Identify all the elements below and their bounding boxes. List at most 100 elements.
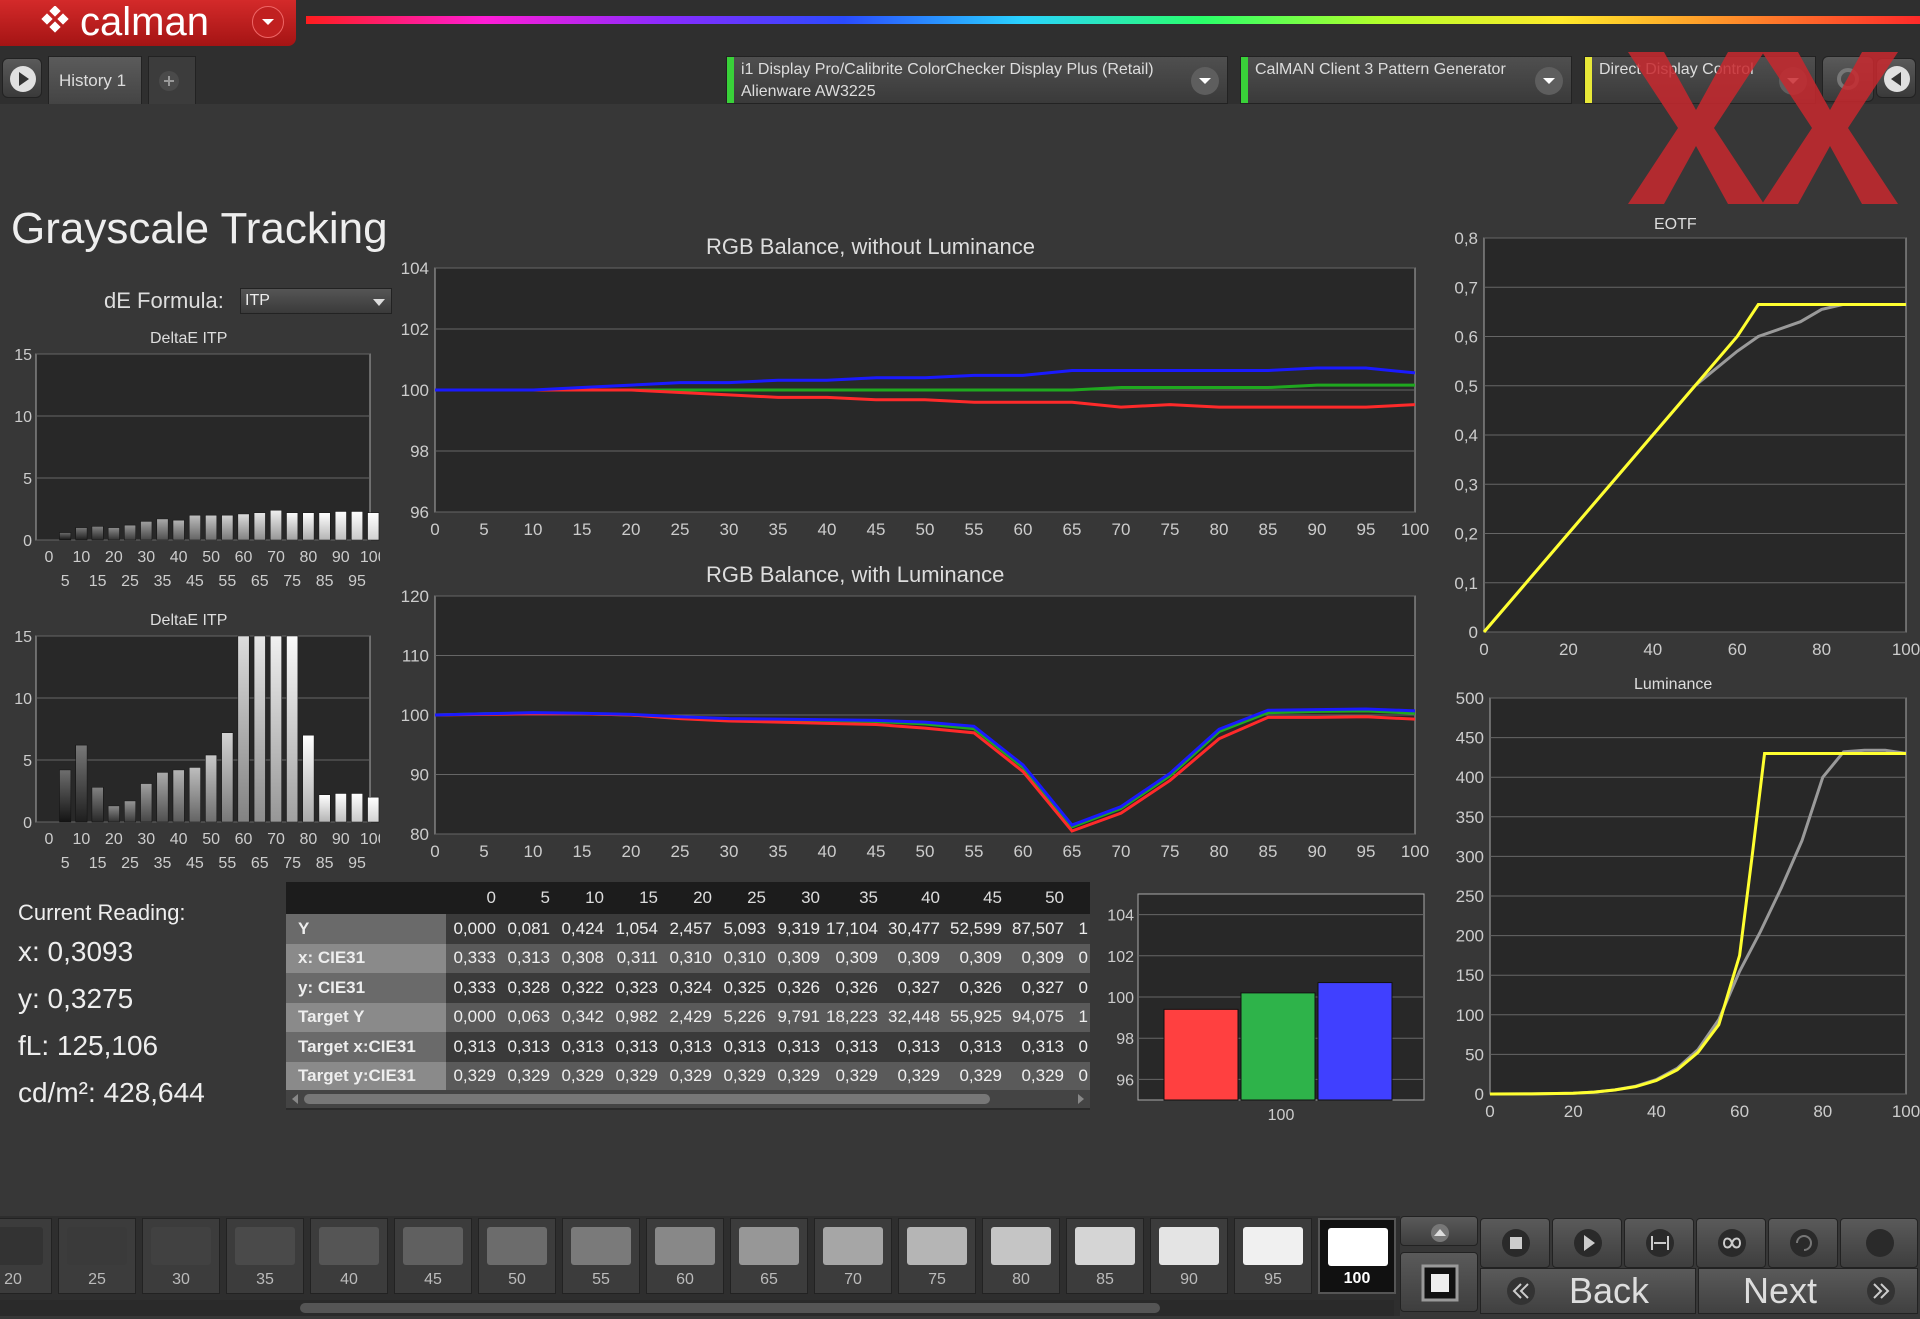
table-cell: 0 xyxy=(1066,943,1090,973)
x-tick-label: 0 xyxy=(1485,1102,1494,1121)
y-tick-label: 90 xyxy=(410,766,429,785)
scroll-right-icon[interactable] xyxy=(1072,1090,1090,1108)
options-button[interactable] xyxy=(1840,1218,1918,1268)
patch-swatch-25[interactable]: 25 xyxy=(58,1218,136,1294)
deltae-bar xyxy=(334,511,347,541)
patch-strip-scrollbar[interactable] xyxy=(0,1300,1394,1316)
column-header: 15 xyxy=(606,882,660,914)
patch-swatch-30[interactable]: 30 xyxy=(142,1218,220,1294)
deltae-bar xyxy=(188,767,201,823)
table-row[interactable]: x: CIE31 0,333 0,313 0,308 0,311 0,310 0,310 0,… xyxy=(286,943,1090,973)
green-bar xyxy=(1240,992,1316,1101)
logo-menu-button[interactable] xyxy=(252,6,284,38)
y-tick-label: 0 xyxy=(23,815,32,832)
y-tick-label: 0,5 xyxy=(1454,377,1478,396)
patch-swatch-55[interactable]: 55 xyxy=(562,1218,640,1294)
x-tick-label: 75 xyxy=(1161,842,1180,861)
x-tick-label: 5 xyxy=(479,520,488,539)
table-row[interactable]: Y 0,000 0,081 0,424 1,054 2,457 5,093 9,319 17,1… xyxy=(286,914,1090,944)
patch-label: 95 xyxy=(1264,1271,1282,1288)
generator-selector[interactable]: CalMAN Client 3 Pattern Generator xyxy=(1240,56,1572,104)
scroll-left-icon[interactable] xyxy=(286,1090,304,1108)
stop-button[interactable] xyxy=(1480,1218,1550,1268)
y-tick-label: 104 xyxy=(1107,908,1134,925)
scrollbar-thumb[interactable] xyxy=(300,1303,1160,1313)
patch-swatch-75[interactable]: 75 xyxy=(898,1218,976,1294)
next-button[interactable]: Next xyxy=(1698,1268,1918,1314)
table-cell: 0 xyxy=(1066,973,1090,1003)
deltae-bar xyxy=(107,805,120,823)
patch-swatch-20[interactable]: 20 xyxy=(0,1218,52,1294)
table-row[interactable]: y: CIE31 0,333 0,328 0,322 0,323 0,324 0,325 0,… xyxy=(286,973,1090,1003)
y-tick-label: 0 xyxy=(1469,623,1478,642)
patch-swatch-70[interactable]: 70 xyxy=(814,1218,892,1294)
patch-swatch-35[interactable]: 35 xyxy=(226,1218,304,1294)
table-cell: 2,429 xyxy=(660,1002,714,1032)
measurement-table[interactable]: 0 5 10 15 20 25 30 35 40 45 50 Y 0,000 0,081 0,424 1,0… xyxy=(286,882,1090,1110)
table-cell: 0,313 xyxy=(606,1032,660,1062)
y-tick-label: 96 xyxy=(1116,1072,1134,1089)
de-formula-select[interactable]: ITP xyxy=(240,288,392,314)
y-tick-label: 104 xyxy=(401,262,429,278)
deltae-bar xyxy=(270,509,282,541)
refresh-button[interactable] xyxy=(1768,1218,1838,1268)
y-tick-label: 102 xyxy=(1107,949,1134,966)
double-chevron-right-icon xyxy=(1867,1277,1895,1305)
patch-swatch-65[interactable]: 65 xyxy=(730,1218,808,1294)
patch-color-chip xyxy=(571,1227,631,1265)
nav-forward-button[interactable] xyxy=(2,58,42,98)
meter-selector[interactable]: i1 Display Pro/Calibrite ColorChecker Di… xyxy=(726,56,1228,104)
x-tick-label: 100 xyxy=(360,831,380,848)
row-label: y: CIE31 xyxy=(286,973,446,1003)
patch-swatch-50[interactable]: 50 xyxy=(478,1218,556,1294)
y-tick-label: 200 xyxy=(1456,927,1484,946)
patch-swatch-60[interactable]: 60 xyxy=(646,1218,724,1294)
patch-label: 70 xyxy=(844,1271,862,1288)
table-row[interactable]: Target x:CIE31 0,313 0,313 0,313 0,313 0,313 0… xyxy=(286,1032,1090,1062)
tab-history-1[interactable]: History 1 xyxy=(48,56,142,104)
back-button[interactable]: Back xyxy=(1480,1268,1696,1314)
calman-window: { "app": {"logo_text": "calman"}, "heade… xyxy=(0,0,1920,1319)
add-tab-button[interactable] xyxy=(148,56,196,104)
play-arrow-icon xyxy=(10,66,36,92)
table-row[interactable]: Target y:CIE31 0,329 0,329 0,329 0,329 0,329 0… xyxy=(286,1061,1090,1091)
display-name: Alienware AW3225 xyxy=(741,83,876,100)
calman-logo[interactable]: calman xyxy=(0,0,296,46)
table-horizontal-scrollbar[interactable] xyxy=(286,1090,1090,1108)
patch-swatch-45[interactable]: 45 xyxy=(394,1218,472,1294)
scrollbar-thumb[interactable] xyxy=(304,1094,990,1104)
table-cell: 0,328 xyxy=(498,973,552,1003)
x-tick-label: 35 xyxy=(769,842,788,861)
patch-swatch-80[interactable]: 80 xyxy=(982,1218,1060,1294)
chevron-down-icon[interactable] xyxy=(1191,67,1219,95)
x-tick-label: 90 xyxy=(1308,520,1327,539)
y-tick-label: 150 xyxy=(1456,966,1484,985)
table-row[interactable]: Target Y 0,000 0,063 0,342 0,982 2,429 5,226 9,… xyxy=(286,1002,1090,1032)
stop-measure-button[interactable] xyxy=(1400,1252,1478,1312)
patch-color-chip xyxy=(907,1227,967,1265)
patch-swatch-95[interactable]: 95 xyxy=(1234,1218,1312,1294)
table-cell: 0,000 xyxy=(446,1002,498,1032)
x-tick-label: 70 xyxy=(267,831,285,848)
table-cell: 0,313 xyxy=(1004,1032,1066,1062)
table-cell: 0,000 xyxy=(446,914,498,944)
table-cell: 0,329 xyxy=(446,1061,498,1091)
patch-color-chip xyxy=(823,1227,883,1265)
x-tick-label: 70 xyxy=(1112,520,1131,539)
collapse-button[interactable] xyxy=(1400,1216,1478,1246)
play-button[interactable] xyxy=(1552,1218,1622,1268)
patch-swatch-85[interactable]: 85 xyxy=(1066,1218,1144,1294)
x-tick-label: 5 xyxy=(61,573,70,590)
patch-swatch-40[interactable]: 40 xyxy=(310,1218,388,1294)
chevron-down-icon[interactable] xyxy=(1535,67,1563,95)
continuous-button[interactable] xyxy=(1696,1218,1766,1268)
x-tick-label: 95 xyxy=(1357,842,1376,861)
table-cell: 0,329 xyxy=(822,1061,880,1091)
y-tick-label: 5 xyxy=(23,471,32,488)
x-tick-label: 75 xyxy=(1161,520,1180,539)
patch-swatch-100[interactable]: 100 xyxy=(1318,1218,1396,1294)
x-tick-label: 60 xyxy=(1014,520,1033,539)
y-tick-label: 0,7 xyxy=(1454,278,1478,297)
patch-swatch-90[interactable]: 90 xyxy=(1150,1218,1228,1294)
measure-range-button[interactable] xyxy=(1624,1218,1694,1268)
